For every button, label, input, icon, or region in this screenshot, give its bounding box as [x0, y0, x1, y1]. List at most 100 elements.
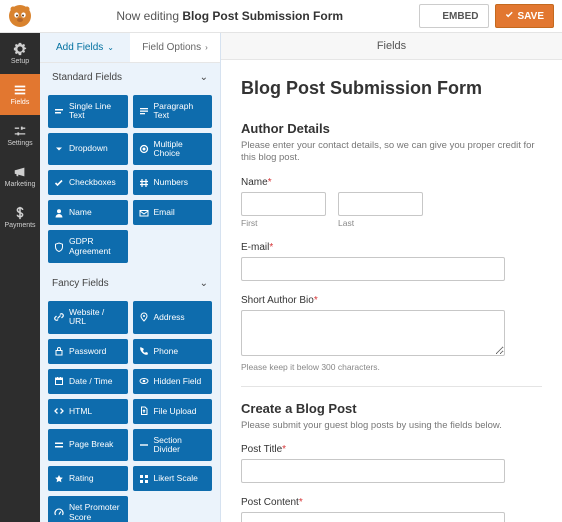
- field-nps[interactable]: Net Promoter Score: [48, 496, 128, 522]
- preview-header: Fields: [221, 33, 562, 60]
- label-post-content: Post Content*: [241, 497, 542, 508]
- field-multiple-choice[interactable]: Multiple Choice: [133, 133, 213, 166]
- user-icon: [54, 208, 64, 218]
- lock-icon: [54, 346, 64, 356]
- field-label: Checkboxes: [69, 178, 116, 187]
- field-label: Net Promoter Score: [69, 503, 122, 522]
- embed-button[interactable]: EMBED: [419, 4, 488, 28]
- sliders-icon: [13, 124, 27, 138]
- field-label: Date / Time: [69, 377, 112, 386]
- field-pagebreak[interactable]: Page Break: [48, 429, 128, 462]
- field-label: HTML: [69, 407, 92, 416]
- cal-icon: [54, 376, 64, 386]
- dollar-icon: [13, 206, 27, 220]
- input-bio[interactable]: [241, 310, 505, 356]
- section-heading-post: Create a Blog Post: [241, 401, 542, 416]
- hash-icon: [139, 178, 149, 188]
- grid-icon: [139, 474, 149, 484]
- chevron-down-icon: ⌄: [200, 72, 208, 83]
- field-numbers[interactable]: Numbers: [133, 170, 213, 195]
- rail-settings[interactable]: Settings: [0, 115, 40, 156]
- section-desc-author: Please enter your contact details, so we…: [241, 140, 542, 165]
- chevron-down-icon: ⌄: [107, 43, 114, 52]
- input-post-content[interactable]: [241, 512, 505, 522]
- megaphone-icon: [13, 165, 27, 179]
- tab-field-options[interactable]: Field Options›: [130, 33, 220, 62]
- check-icon: [505, 10, 514, 22]
- form-preview: Fields Blog Post Submission Form Author …: [221, 33, 562, 522]
- section-desc-post: Please submit your guest blog posts by u…: [241, 420, 542, 432]
- input-post-title[interactable]: [241, 459, 505, 483]
- label-email: E-mail*: [241, 242, 542, 253]
- field-hidden[interactable]: Hidden Field: [133, 369, 213, 394]
- gauge-icon: [54, 508, 64, 518]
- topbar: Now editing Blog Post Submission Form EM…: [0, 0, 562, 33]
- field-label: Password: [69, 347, 106, 356]
- field-label: Section Divider: [154, 436, 207, 455]
- field-paragraph[interactable]: Paragraph Text: [133, 95, 213, 128]
- section-fancy-fields[interactable]: Fancy Fields⌄: [48, 269, 212, 298]
- field-label: Website / URL: [69, 308, 122, 327]
- gear-icon: [13, 42, 27, 56]
- field-label: Name: [69, 208, 92, 217]
- field-password[interactable]: Password: [48, 339, 128, 364]
- input-last-name[interactable]: [338, 192, 423, 216]
- field-dropdown[interactable]: Dropdown: [48, 133, 128, 166]
- form-title: Blog Post Submission Form: [241, 78, 542, 99]
- paragraph-icon: [139, 106, 149, 116]
- sublabel-last: Last: [338, 218, 423, 228]
- field-date[interactable]: Date / Time: [48, 369, 128, 394]
- field-single-line[interactable]: Single Line Text: [48, 95, 128, 128]
- chevron-right-icon: ›: [205, 43, 208, 52]
- field-label: Phone: [154, 347, 179, 356]
- phone-icon: [139, 346, 149, 356]
- rail-marketing[interactable]: Marketing: [0, 156, 40, 197]
- rail-setup[interactable]: Setup: [0, 33, 40, 74]
- chevron-down-icon: ⌄: [200, 278, 208, 289]
- field-label: File Upload: [154, 407, 197, 416]
- page-icon: [54, 440, 64, 450]
- rail-fields[interactable]: Fields: [0, 74, 40, 115]
- save-button[interactable]: SAVE: [495, 4, 555, 28]
- input-email[interactable]: [241, 257, 505, 281]
- field-label: Rating: [69, 474, 94, 483]
- field-file[interactable]: File Upload: [133, 399, 213, 424]
- field-website[interactable]: Website / URL: [48, 301, 128, 334]
- field-phone[interactable]: Phone: [133, 339, 213, 364]
- field-label: Email: [154, 208, 175, 217]
- sublabel-first: First: [241, 218, 326, 228]
- caret-icon: [54, 144, 64, 154]
- label-post-title: Post Title*: [241, 444, 542, 455]
- field-html[interactable]: HTML: [48, 399, 128, 424]
- field-label: Page Break: [69, 440, 113, 449]
- list-icon: [13, 83, 27, 97]
- field-label: Dropdown: [69, 144, 108, 153]
- label-bio: Short Author Bio*: [241, 295, 542, 306]
- field-label: Hidden Field: [154, 377, 202, 386]
- field-checkboxes[interactable]: Checkboxes: [48, 170, 128, 195]
- eye-icon: [139, 376, 149, 386]
- sidebar-tabs: Add Fields⌄ Field Options›: [40, 33, 220, 63]
- rail-payments[interactable]: Payments: [0, 197, 40, 238]
- section-heading-author: Author Details: [241, 121, 542, 136]
- label-name: Name*: [241, 177, 542, 188]
- field-address[interactable]: Address: [133, 301, 213, 334]
- app-logo: [8, 4, 32, 28]
- field-label: GDPR Agreement: [69, 237, 122, 256]
- field-gdpr[interactable]: GDPR Agreement: [48, 230, 128, 263]
- field-email[interactable]: Email: [133, 200, 213, 225]
- field-divider[interactable]: Section Divider: [133, 429, 213, 462]
- fields-sidebar: Add Fields⌄ Field Options› Standard Fiel…: [40, 33, 221, 522]
- input-first-name[interactable]: [241, 192, 326, 216]
- radio-icon: [139, 144, 149, 154]
- field-name[interactable]: Name: [48, 200, 128, 225]
- field-label: Address: [154, 313, 185, 322]
- code-icon: [54, 406, 64, 416]
- section-standard-fields[interactable]: Standard Fields⌄: [48, 63, 212, 92]
- nav-rail: Setup Fields Settings Marketing Payments: [0, 33, 40, 522]
- field-likert[interactable]: Likert Scale: [133, 466, 213, 491]
- text-icon: [54, 106, 64, 116]
- pin-icon: [139, 312, 149, 322]
- tab-add-fields[interactable]: Add Fields⌄: [40, 33, 130, 62]
- field-rating[interactable]: Rating: [48, 466, 128, 491]
